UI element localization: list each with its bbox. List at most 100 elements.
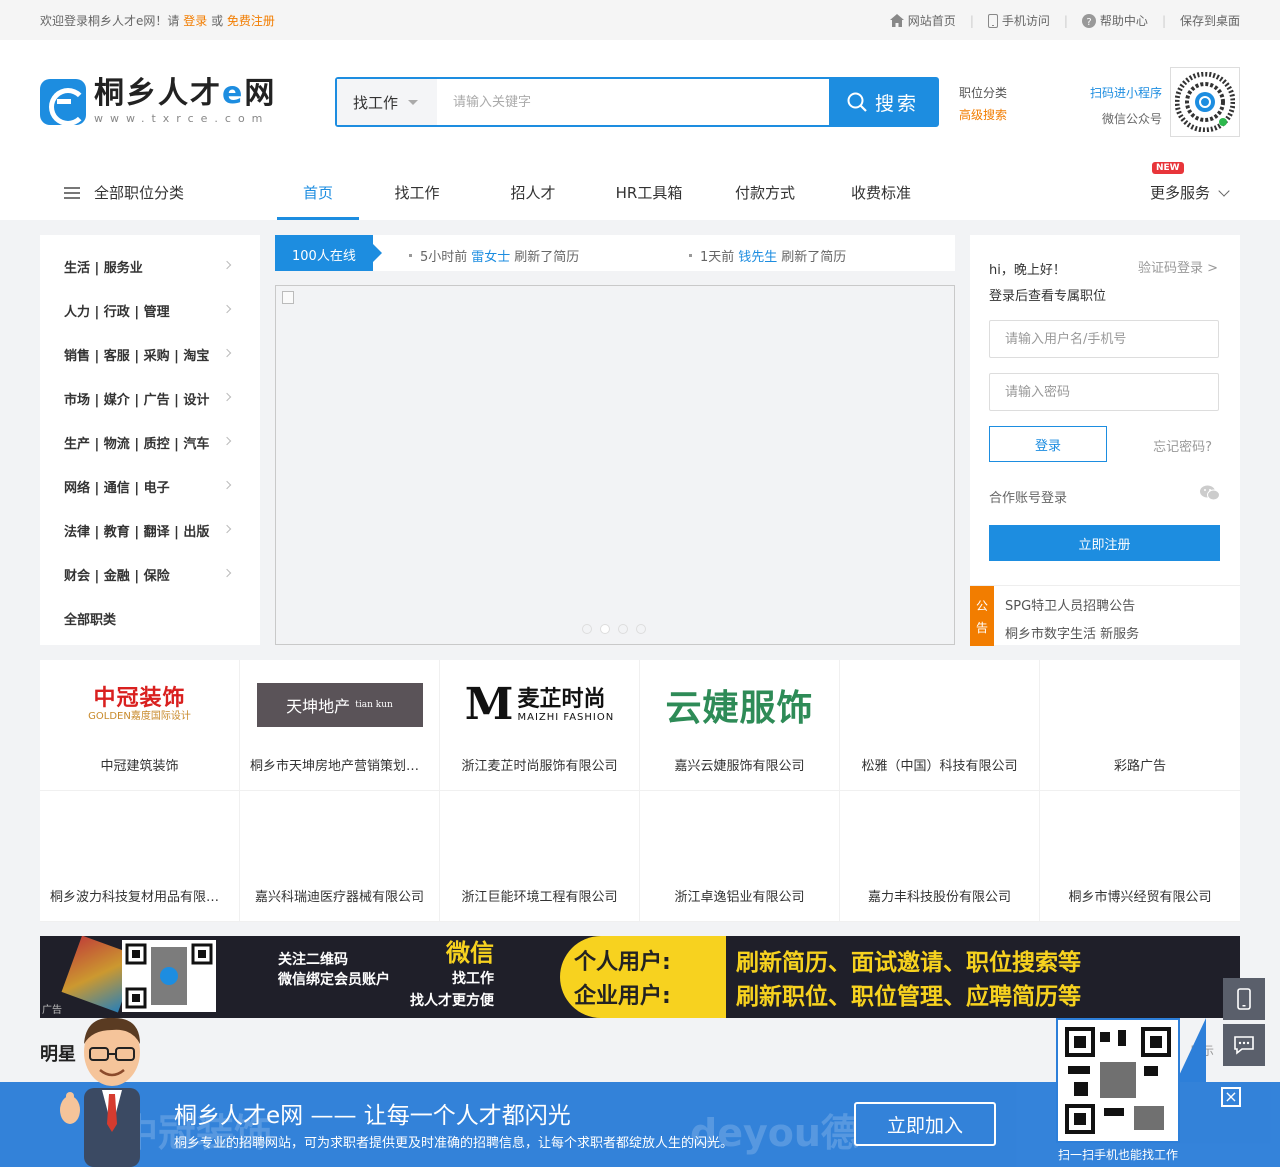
chevron-right-icon xyxy=(222,480,232,490)
slider-dot-active[interactable] xyxy=(600,624,610,634)
category-item[interactable]: 财会 | 金融 | 保险 xyxy=(40,552,260,596)
category-item[interactable]: 市场 | 媒介 | 广告 | 设计 xyxy=(40,376,260,420)
mobile-icon xyxy=(1237,988,1251,1010)
greeting: hi，晚上好！ xyxy=(989,263,1066,278)
slider-dot[interactable] xyxy=(618,624,628,634)
qr-caption: 扫一扫手机也能找工作 xyxy=(1058,1148,1179,1162)
nav-find-talent[interactable]: 招人才 xyxy=(475,170,591,220)
nav-pricing[interactable]: 收费标准 xyxy=(823,170,939,220)
company-logo: M 麦芷时尚 MAIZHI FASHION xyxy=(464,679,615,730)
main-nav: 全部职位分类 首页 找工作 招人才 HR工具箱 付款方式 收费标准 NEW 更多… xyxy=(0,162,1280,220)
bottom-bar-desc: 桐乡专业的招聘网站，可为求职者提供更及时准确的招聘信息，让每个求职者都绽放人生的… xyxy=(174,1136,734,1151)
register-button[interactable]: 立即注册 xyxy=(989,525,1220,561)
site-home-link[interactable]: 网站首页 xyxy=(889,12,956,29)
qr-code-icon xyxy=(125,943,213,1009)
advanced-search-link[interactable]: 高级搜索 xyxy=(959,108,1007,122)
new-badge: NEW xyxy=(1152,162,1184,174)
logo-name: 桐乡人才e网 xyxy=(94,76,277,111)
notice-item[interactable]: SPG特卫人员招聘公告 xyxy=(1005,595,1135,614)
wechat-icon xyxy=(1200,485,1220,501)
welcome-prefix: 欢迎登录桐乡人才e网！请 xyxy=(40,14,180,28)
nav-payment[interactable]: 付款方式 xyxy=(707,170,823,220)
more-services-label: 更多服务 xyxy=(1150,184,1211,202)
mascot-illustration-icon xyxy=(60,1017,140,1167)
caret-down-icon xyxy=(408,99,419,105)
category-item[interactable]: 生活 | 服务业 xyxy=(40,244,260,288)
company-card[interactable]: 松雅（中国）科技有限公司 xyxy=(840,660,1040,791)
company-card[interactable]: 云婕服饰 嘉兴云婕服饰有限公司 xyxy=(640,660,840,791)
company-grid: 中冠装饰 GOLDEN嘉度国际设计 中冠建筑装饰 天坤地产 tian kun 桐乡… xyxy=(40,660,1240,922)
save-desktop-link[interactable]: 保存到桌面 xyxy=(1180,12,1240,29)
broken-image-icon xyxy=(282,291,294,304)
more-services-menu[interactable]: 更多服务 xyxy=(1150,182,1230,203)
nav-find-job[interactable]: 找工作 xyxy=(359,170,475,220)
wechat-login[interactable] xyxy=(1200,485,1220,505)
company-logo: 云婕服饰 xyxy=(665,688,814,729)
search-input[interactable] xyxy=(437,79,829,125)
nav-home[interactable]: 首页 xyxy=(277,170,359,220)
search-button[interactable]: 搜索 xyxy=(829,79,937,125)
banner-slider[interactable] xyxy=(275,285,955,645)
partner-login-label: 合作账号登录 xyxy=(989,491,1068,506)
login-button[interactable]: 登录 xyxy=(989,426,1107,462)
notice-item[interactable]: 桐乡市数字生活 新服务 xyxy=(1005,623,1139,642)
company-name: 浙江巨能环境工程有限公司 xyxy=(461,890,618,905)
company-card[interactable]: 桐乡波力科技复材用品有限公司 xyxy=(40,791,240,922)
company-card[interactable]: 彩路广告 xyxy=(1040,660,1240,791)
join-now-button[interactable]: 立即加入 xyxy=(854,1102,996,1146)
site-logo[interactable]: 桐乡人才e网 www.txrce.com xyxy=(40,76,277,126)
search-type-label: 找工作 xyxy=(353,93,399,112)
slider-dot[interactable] xyxy=(582,624,592,634)
mobile-access-link[interactable]: 手机访问 xyxy=(987,12,1050,29)
login-link[interactable]: 登录 xyxy=(183,14,207,28)
company-card[interactable]: M 麦芷时尚 MAIZHI FASHION 浙江麦芷时尚服饰有限公司 xyxy=(440,660,640,791)
scan-mini-program[interactable]: 扫码进小程序 xyxy=(1060,80,1162,106)
chevron-down-icon xyxy=(1218,184,1230,197)
ticker-user-link[interactable]: 钱先生 xyxy=(738,246,777,265)
company-name: 中冠建筑装饰 xyxy=(100,759,179,774)
company-card[interactable]: 浙江巨能环境工程有限公司 xyxy=(440,791,640,922)
search-type-select[interactable]: 找工作 xyxy=(337,79,437,125)
wechat-promo-banner[interactable]: 关注二维码 微信绑定会员账户 微信 找工作 找人才更方便 个人用户: 企业用户: 刷新简… xyxy=(40,936,1240,1018)
qr-code-icon xyxy=(1065,1027,1171,1134)
online-count: 100人在线 xyxy=(275,235,382,271)
close-icon[interactable]: × xyxy=(1221,1087,1241,1107)
job-category-link[interactable]: 职位分类 xyxy=(959,86,1007,100)
category-item[interactable]: 网络 | 通信 | 电子 xyxy=(40,464,260,508)
company-name: 彩路广告 xyxy=(1113,759,1166,774)
mobile-float-button[interactable] xyxy=(1223,978,1265,1020)
nav-hr-toolbox[interactable]: HR工具箱 xyxy=(591,170,707,220)
company-card[interactable]: 嘉力丰科技股份有限公司 xyxy=(840,791,1040,922)
company-logo: 中冠装饰 GOLDEN嘉度国际设计 xyxy=(88,686,191,723)
category-item[interactable]: 人力 | 行政 | 管理 xyxy=(40,288,260,332)
code-login-link[interactable]: 验证码登录 > xyxy=(1138,257,1218,276)
chevron-right-icon xyxy=(222,568,232,578)
slider-dot[interactable] xyxy=(636,624,646,634)
company-card[interactable]: 天坤地产 tian kun 桐乡市天坤房地产营销策划有限公司 xyxy=(240,660,440,791)
home-icon xyxy=(889,14,904,27)
chevron-right-icon xyxy=(222,436,232,446)
menu-icon xyxy=(64,186,80,199)
company-card[interactable]: 桐乡市博兴经贸有限公司 xyxy=(1040,791,1240,922)
company-card[interactable]: 中冠装饰 GOLDEN嘉度国际设计 中冠建筑装饰 xyxy=(40,660,240,791)
ticker-user-link[interactable]: 雷女士 xyxy=(471,246,510,265)
chevron-right-icon xyxy=(222,348,232,358)
category-item-all[interactable]: 全部职类 xyxy=(40,596,260,640)
all-categories-menu[interactable]: 全部职位分类 xyxy=(64,182,184,203)
company-name: 嘉力丰科技股份有限公司 xyxy=(867,890,1011,905)
category-item[interactable]: 销售 | 客服 | 采购 | 淘宝 xyxy=(40,332,260,376)
category-item[interactable]: 法律 | 教育 | 翻译 | 出版 xyxy=(40,508,260,552)
company-name: 桐乡市博兴经贸有限公司 xyxy=(1068,890,1212,905)
forgot-password-link[interactable]: 忘记密码? xyxy=(1153,436,1212,455)
username-input[interactable] xyxy=(989,320,1219,358)
company-card[interactable]: 浙江卓逸铝业有限公司 xyxy=(640,791,840,922)
category-item[interactable]: 生产 | 物流 | 质控 | 汽车 xyxy=(40,420,260,464)
company-card[interactable]: 嘉兴科瑞迪医疗器械有限公司 xyxy=(240,791,440,922)
feedback-float-button[interactable] xyxy=(1223,1024,1265,1066)
register-link[interactable]: 免费注册 xyxy=(227,14,275,28)
category-sidebar: 生活 | 服务业 人力 | 行政 | 管理 销售 | 客服 | 采购 | 淘宝 … xyxy=(40,235,260,645)
company-name: 桐乡波力科技复材用品有限公司 xyxy=(50,890,229,905)
password-input[interactable] xyxy=(989,373,1219,411)
help-center-link[interactable]: ? 帮助中心 xyxy=(1081,12,1148,29)
chevron-right-icon xyxy=(222,260,232,270)
